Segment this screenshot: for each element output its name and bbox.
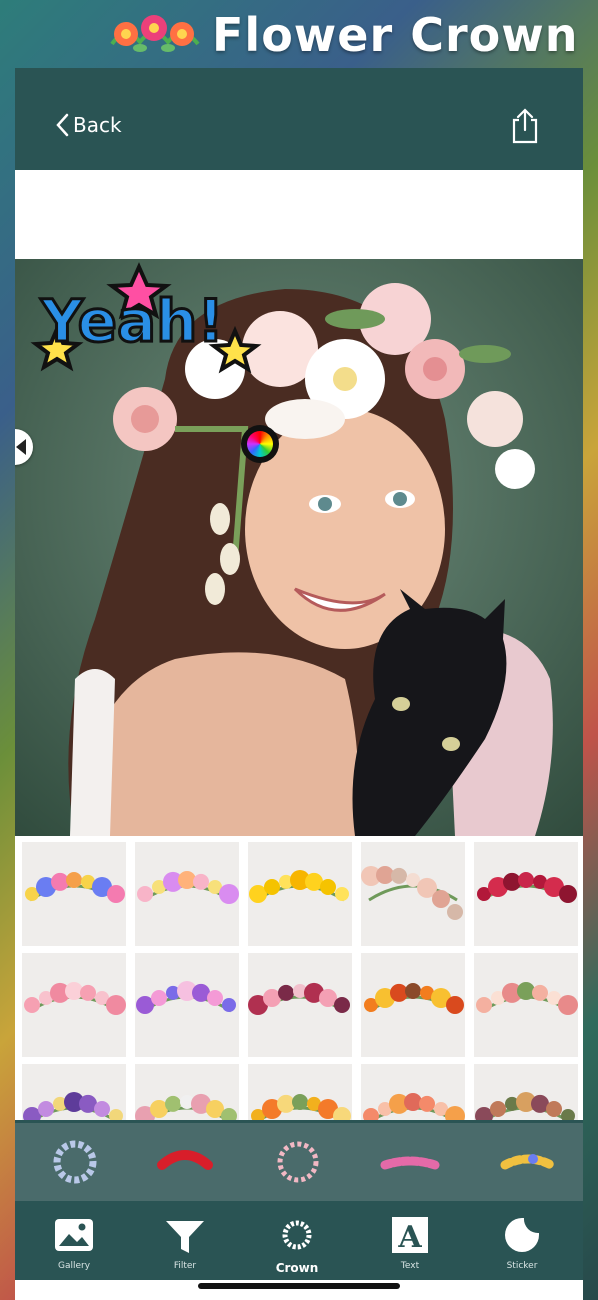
crown-thumbnail <box>364 983 464 1014</box>
back-button[interactable]: Back <box>55 110 122 140</box>
crown-tile-crown-purple[interactable] <box>135 953 239 1057</box>
photo-canvas[interactable]: Yeah! <box>15 259 583 836</box>
crown-tile-crown-burgundy[interactable] <box>248 953 352 1057</box>
crown-thumbnail <box>23 1092 123 1120</box>
tab-filter[interactable]: Filter <box>140 1211 230 1275</box>
chevron-left-icon <box>56 113 69 137</box>
category-pastel-band[interactable] <box>375 1135 445 1189</box>
crown-category-bar <box>15 1123 583 1201</box>
color-wheel-icon <box>247 431 273 457</box>
crown-tile-crown-violet[interactable] <box>22 1064 126 1120</box>
red-roses-icon <box>157 1150 213 1170</box>
crown-tile-crown-yellow[interactable] <box>248 842 352 946</box>
crown-thumbnail <box>363 1093 465 1120</box>
nav-header: Back <box>15 68 583 170</box>
tab-label: Filter <box>173 1261 197 1271</box>
tab-crown[interactable]: Crown <box>252 1211 342 1275</box>
bottom-tab-bar: Gallery Filter Crown A Text Sticker <box>15 1205 583 1278</box>
crown-tile-crown-sunflower[interactable] <box>248 1064 352 1120</box>
crown-thumbnail <box>361 866 463 920</box>
ad-banner-area <box>15 170 583 259</box>
crown-tile-crown-orange[interactable] <box>361 953 465 1057</box>
crown-thumbnail <box>249 870 349 903</box>
crown-thumbnail <box>251 1094 351 1120</box>
crown-thumbnail <box>477 872 577 903</box>
back-label: Back <box>73 113 122 137</box>
tab-gallery[interactable]: Gallery <box>29 1211 119 1275</box>
blue-wreath-icon <box>53 1140 97 1184</box>
category-pink-wreath[interactable] <box>263 1135 333 1189</box>
tab-text[interactable]: A Text <box>365 1211 455 1275</box>
tab-label: Text <box>400 1261 420 1271</box>
crown-thumbnail <box>248 982 350 1015</box>
yeah-sticker[interactable]: Yeah! <box>17 259 267 399</box>
filter-icon <box>166 1221 204 1253</box>
home-indicator-area <box>15 1280 583 1300</box>
crown-thumbnail <box>476 982 578 1015</box>
category-mixed-band[interactable] <box>493 1135 563 1189</box>
crown-tile-crown-autumn[interactable] <box>474 1064 578 1120</box>
crown-tile-crown-mixed-blue[interactable] <box>22 842 126 946</box>
app-banner: Flower Crown <box>0 0 598 68</box>
sticker-text: Yeah! <box>40 287 224 355</box>
sticker-icon <box>505 1218 539 1252</box>
share-button[interactable] <box>507 106 543 146</box>
crown-tile-crown-pink-rose-side[interactable] <box>361 842 465 946</box>
color-wheel-button[interactable] <box>241 425 279 463</box>
crown-thumbnail <box>24 982 126 1015</box>
banner-title: Flower Crown <box>212 8 579 62</box>
crown-tile-crown-peach-roses[interactable] <box>474 953 578 1057</box>
crown-thumbnail <box>137 871 239 904</box>
share-icon <box>512 108 538 144</box>
wreath-icon <box>282 1220 312 1250</box>
pastel-band-icon <box>380 1156 440 1170</box>
tab-label: Sticker <box>506 1261 538 1271</box>
crown-thumbnail <box>475 1092 575 1120</box>
tab-sticker[interactable]: Sticker <box>477 1211 567 1275</box>
flower-logo-icon <box>110 15 200 52</box>
category-red-roses[interactable] <box>150 1135 220 1189</box>
crown-tile-crown-pink[interactable] <box>22 953 126 1057</box>
home-indicator <box>198 1283 400 1289</box>
crown-tile-crown-pastel[interactable] <box>135 842 239 946</box>
tab-label: Gallery <box>57 1261 91 1271</box>
crown-grid-panel[interactable] <box>15 836 583 1120</box>
crown-thumbnail <box>136 981 236 1014</box>
image-icon <box>55 1219 93 1251</box>
pink-wreath-icon <box>277 1141 319 1183</box>
mixed-band-icon <box>500 1154 556 1170</box>
crown-grid <box>22 842 578 1120</box>
category-blue-wreath[interactable] <box>40 1135 110 1189</box>
phone-frame: Back Yeah! Gallery Filter Crown A Text S… <box>15 68 583 1300</box>
crown-thumbnail <box>25 872 125 903</box>
tab-label: Crown <box>275 1261 319 1275</box>
crown-tile-crown-red-roses[interactable] <box>474 842 578 946</box>
crown-thumbnail <box>135 1093 237 1120</box>
crown-tile-crown-wildflower[interactable] <box>135 1064 239 1120</box>
crown-tile-crown-coral[interactable] <box>361 1064 465 1120</box>
text-icon: A <box>392 1217 428 1255</box>
svg-text:A: A <box>397 1220 422 1255</box>
